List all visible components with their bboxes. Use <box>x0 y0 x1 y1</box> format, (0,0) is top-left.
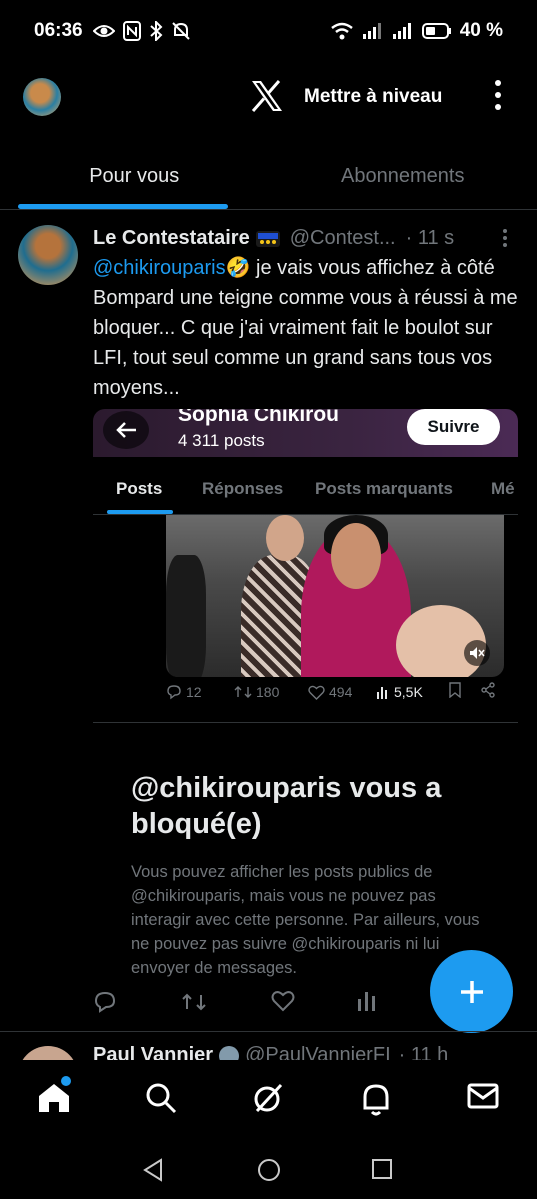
post-time: · 11 s <box>405 227 455 249</box>
blocked-notice: @chikirouparis vous a bloqué(e) Vous pou… <box>131 770 491 980</box>
system-nav <box>0 1140 537 1199</box>
blocked-title: @chikirouparis vous a bloqué(e) <box>131 772 442 840</box>
wifi-icon <box>330 22 353 40</box>
recents-icon[interactable] <box>371 1158 393 1180</box>
embedded-replies: 12 <box>166 684 202 700</box>
eye-icon <box>92 25 115 37</box>
profile-name: Sophia Chikirou <box>178 409 340 426</box>
tab-pour-vous[interactable]: Pour vous <box>0 145 269 209</box>
blocked-description: Vous pouvez afficher les posts publics d… <box>131 863 480 977</box>
signal-icon <box>362 23 381 39</box>
share-icon <box>481 682 495 698</box>
mail-icon[interactable] <box>467 1082 499 1110</box>
post-text: @chikirouparis🤣 je vais vous affichez à … <box>93 253 523 403</box>
profile-tab-posts: Posts <box>116 479 163 498</box>
status-bar: 06:36 40 % <box>0 0 537 62</box>
post-header: Le Contestataire @Contest... · 11 s <box>93 227 523 250</box>
profile-tab-highlights: Posts marquants <box>315 479 453 498</box>
author-avatar[interactable] <box>18 225 78 285</box>
post-time: · 11 h <box>398 1044 449 1060</box>
profile-post-count: 4 311 posts <box>178 431 265 450</box>
repost-icon <box>234 686 252 698</box>
plus-icon <box>460 980 483 1003</box>
mute-icon <box>171 22 190 40</box>
profile-tabs: Posts Réponses Posts marquants Mé <box>93 457 518 515</box>
profile-tab-indicator <box>107 510 173 514</box>
upgrade-button[interactable]: Mettre à niveau <box>304 86 442 108</box>
embedded-divider <box>93 722 518 723</box>
grok-icon[interactable] <box>252 1082 284 1114</box>
user-avatar[interactable] <box>23 78 61 116</box>
repost-icon[interactable] <box>181 990 207 1014</box>
affiliate-badge-icon <box>255 230 280 247</box>
embedded-screenshot[interactable]: Sophia Chikirou 4 311 posts Suivre Posts… <box>93 409 518 724</box>
bottom-nav <box>0 1060 537 1140</box>
reply-icon[interactable] <box>93 990 117 1014</box>
compose-button[interactable] <box>430 950 513 1033</box>
tab-indicator <box>18 204 228 209</box>
post-menu-icon[interactable] <box>503 229 507 247</box>
follow-button: Suivre <box>407 409 500 445</box>
profile-tab-replies: Réponses <box>202 479 284 498</box>
author-name[interactable]: Le Contestataire <box>93 227 250 250</box>
heart-icon <box>308 685 325 700</box>
app-bar: Mettre à niveau <box>0 62 537 132</box>
tab-label: Pour vous <box>89 165 180 187</box>
embedded-likes: 494 <box>308 684 352 700</box>
mention-link[interactable]: @chikirouparis <box>93 257 226 279</box>
next-post[interactable]: Paul Vannier @PaulVannierFI · 11 h <box>0 1032 537 1060</box>
author-handle[interactable]: @PaulVannierFI <box>245 1044 391 1060</box>
embedded-views: 5,5K <box>376 684 423 700</box>
views-icon[interactable] <box>357 990 377 1012</box>
search-icon[interactable] <box>145 1082 177 1114</box>
profile-tab-media: Mé <box>491 479 515 498</box>
status-time: 06:36 <box>34 20 83 41</box>
bluetooth-icon <box>149 21 163 41</box>
bell-icon[interactable] <box>360 1082 392 1116</box>
nfc-icon <box>122 21 141 41</box>
back-arrow-icon <box>103 411 149 449</box>
x-logo-icon <box>251 80 282 112</box>
post-header: Paul Vannier @PaulVannierFI · 11 h <box>93 1044 448 1060</box>
home-icon[interactable] <box>37 1082 71 1114</box>
timeline-tabs: Pour vous Abonnements <box>0 145 537 210</box>
tab-label: Abonnements <box>341 165 465 187</box>
verified-badge-icon <box>219 1045 240 1060</box>
heart-icon[interactable] <box>271 990 295 1012</box>
profile-header: Sophia Chikirou 4 311 posts Suivre <box>93 409 518 457</box>
home-circle-icon[interactable] <box>257 1158 281 1182</box>
author-handle[interactable]: @Contest... <box>290 227 396 250</box>
signal-icon <box>392 23 411 39</box>
battery-icon <box>421 23 451 39</box>
more-menu-icon[interactable] <box>495 80 501 110</box>
author-avatar[interactable] <box>18 1046 78 1060</box>
author-name[interactable]: Paul Vannier <box>93 1044 213 1060</box>
back-icon[interactable] <box>142 1158 164 1182</box>
embedded-reposts: 180 <box>234 684 279 700</box>
tab-abonnements[interactable]: Abonnements <box>269 145 537 209</box>
emoji: 🤣 <box>225 257 251 279</box>
battery-percent: 40 % <box>459 20 503 41</box>
muted-speaker-icon <box>464 640 490 666</box>
bookmark-icon <box>449 682 461 698</box>
views-icon <box>377 687 387 699</box>
notification-dot <box>61 1076 71 1086</box>
reply-icon <box>167 685 181 700</box>
video-thumbnail <box>166 515 504 677</box>
